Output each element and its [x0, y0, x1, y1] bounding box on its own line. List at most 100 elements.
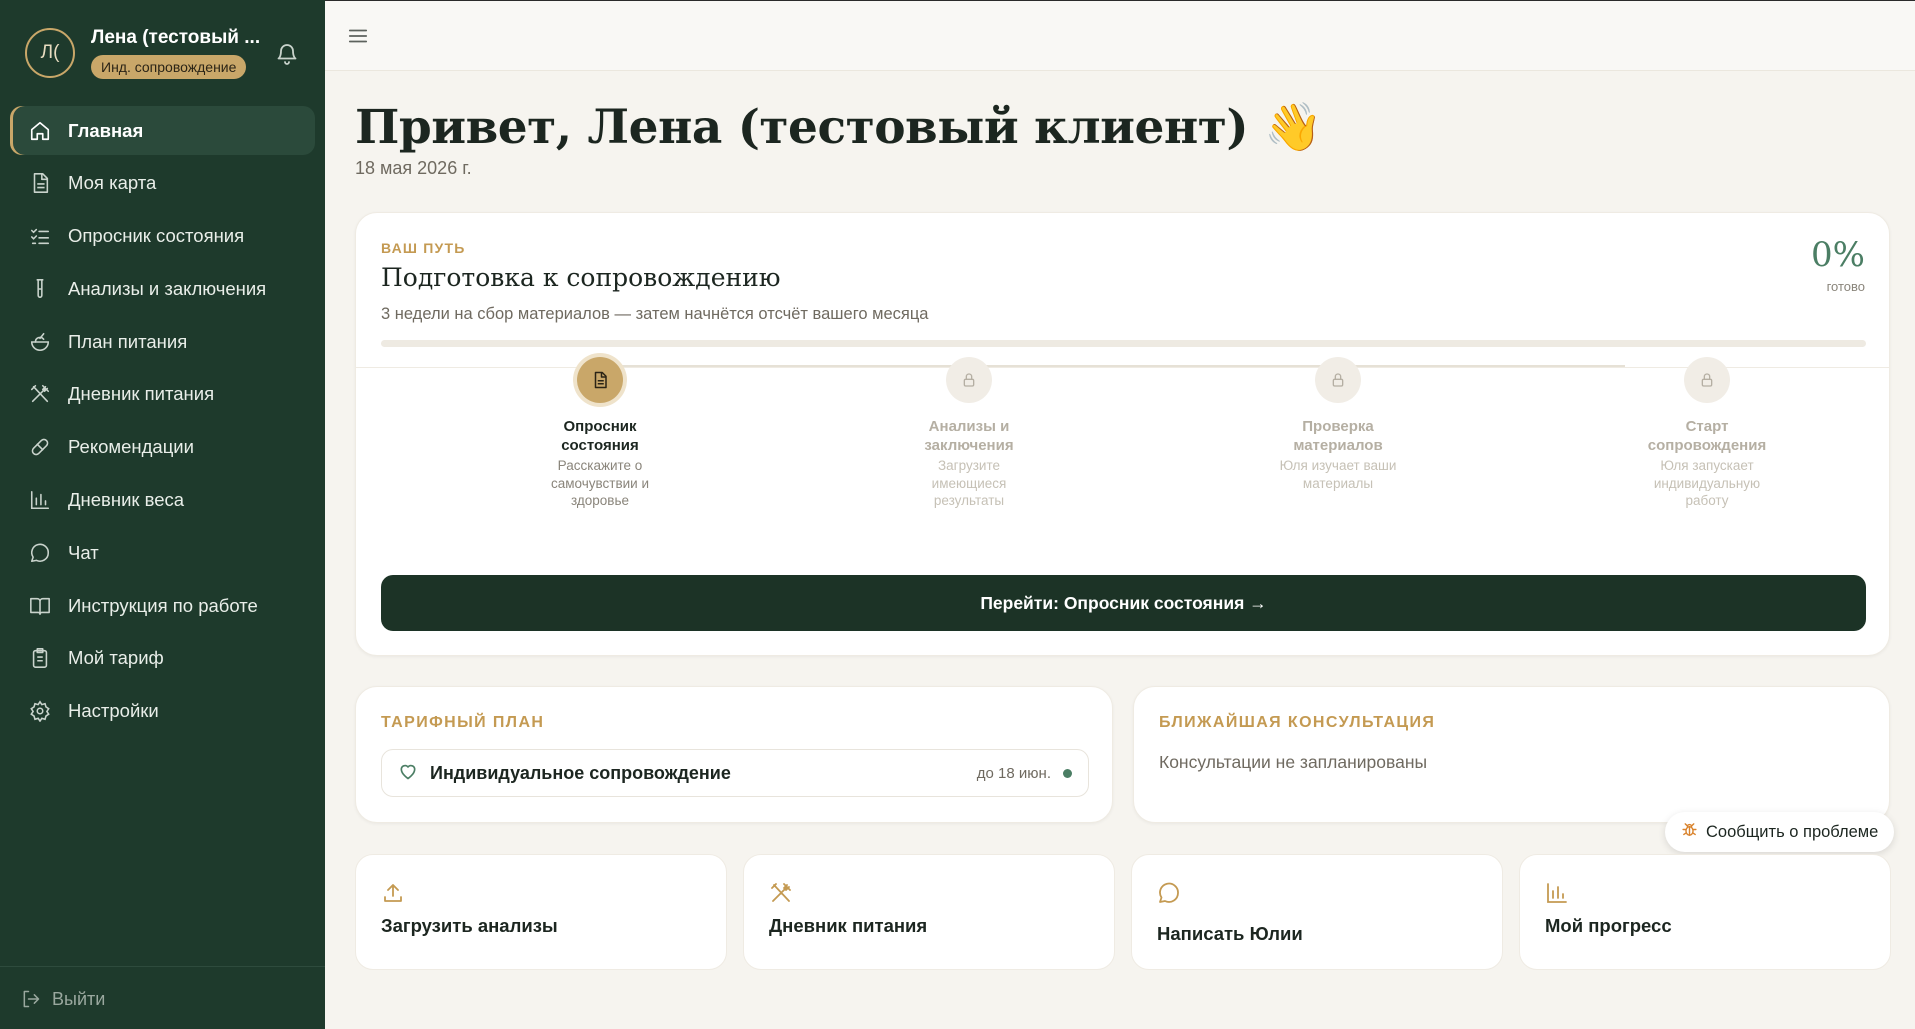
step-active-circle: [577, 357, 623, 403]
document-icon: [28, 171, 52, 195]
sidebar-item-label: Анализы и заключения: [68, 277, 267, 299]
tariff-card: ТАРИФНЫЙ ПЛАН Индивидуальное сопровожден…: [355, 686, 1113, 823]
sidebar-item-label: План питания: [68, 330, 188, 352]
quick-action-my-progress[interactable]: Мой прогресс: [1519, 854, 1891, 970]
sidebar-item-tariff[interactable]: Мой тариф: [10, 634, 315, 683]
sidebar-item-label: Чат: [68, 541, 99, 563]
go-to-questionnaire-button[interactable]: Перейти: Опросник состояния →: [381, 575, 1866, 631]
step-tests: Анализы и заключения Загрузите имеющиеся…: [899, 357, 1039, 510]
step-start: Старт сопровождения Юля запускает индиви…: [1637, 357, 1777, 510]
sidebar-item-tests[interactable]: Анализы и заключения: [10, 264, 315, 313]
sidebar-item-label: Инструкция по работе: [68, 594, 258, 616]
quick-action-food-diary[interactable]: Дневник питания: [743, 854, 1115, 970]
user-profile[interactable]: Л( Лена (тестовый ... Инд. сопровождение: [25, 27, 261, 79]
step-desc: Юля запускает индивидуальную работу: [1653, 458, 1761, 508]
clipboard-icon: [28, 646, 52, 670]
sidebar-item-weight-diary[interactable]: Дневник веса: [10, 476, 315, 525]
progress-percent-label: готово: [1826, 279, 1865, 294]
consultation-text: Консультации не запланированы: [1159, 752, 1428, 772]
tariff-row[interactable]: Индивидуальное сопровождение до 18 июн.: [381, 749, 1089, 797]
steps-connector-line: [599, 365, 1625, 367]
sidebar-item-label: Настройки: [68, 700, 159, 722]
plan-badge: Инд. сопровождение: [91, 55, 247, 79]
hamburger-menu-icon[interactable]: [347, 25, 373, 47]
chat-bubble-icon: [1157, 881, 1183, 907]
bug-icon: [1681, 821, 1698, 843]
step-desc: Загрузите имеющиеся результаты: [931, 458, 1007, 508]
step-title: Проверка материалов: [1293, 418, 1383, 454]
sidebar-item-food-diary[interactable]: Дневник питания: [10, 370, 315, 419]
consultation-card: БЛИЖАЙШАЯ КОНСУЛЬТАЦИЯ Консультации не з…: [1133, 686, 1890, 823]
pill-icon: [28, 435, 52, 459]
sidebar-item-my-card[interactable]: Моя карта: [10, 159, 315, 208]
step-title: Анализы и заключения: [924, 418, 1014, 454]
gear-icon: [28, 699, 52, 723]
consultation-eyebrow: БЛИЖАЙШАЯ КОНСУЛЬТАЦИЯ: [1159, 714, 1436, 731]
tariff-name: Индивидуальное сопровождение: [430, 762, 731, 783]
quick-action-label: Написать Юлии: [1157, 923, 1303, 944]
quick-action-upload-tests[interactable]: Загрузить анализы: [355, 854, 727, 970]
upload-icon: [381, 881, 407, 907]
logout-label: Выйти: [52, 988, 106, 1009]
journey-steps: Опросник состояния Расскажите о самочувс…: [356, 357, 1889, 541]
status-dot: [1063, 768, 1072, 778]
page-title: Привет, Лена (тестовый клиент) 👋: [355, 100, 1323, 155]
logout-icon: [20, 988, 42, 1010]
sidebar-item-label: Главная: [68, 119, 144, 141]
sidebar-item-home[interactable]: Главная: [10, 106, 315, 155]
user-name: Лена (тестовый ...: [91, 27, 261, 48]
journey-card: ВАШ ПУТЬ Подготовка к сопровождению 3 не…: [355, 212, 1890, 656]
sidebar: Л( Лена (тестовый ... Инд. сопровождение…: [0, 0, 325, 1029]
step-title: Опросник состояния: [561, 418, 639, 454]
checklist-icon: [28, 224, 52, 248]
quick-action-label: Загрузить анализы: [381, 915, 558, 936]
sidebar-nav: Главная Моя карта Опросник состояния Ана…: [10, 106, 315, 740]
journey-subtitle: 3 недели на сбор материалов — затем начн…: [381, 305, 929, 323]
report-problem-button[interactable]: Сообщить о проблеме: [1665, 812, 1894, 852]
sidebar-item-label: Дневник питания: [68, 383, 215, 405]
book-icon: [28, 594, 52, 618]
lock-icon: [946, 357, 992, 403]
quick-action-label: Мой прогресс: [1545, 915, 1672, 936]
topbar: [325, 0, 1915, 71]
lock-icon: [1315, 357, 1361, 403]
step-questionnaire[interactable]: Опросник состояния Расскажите о самочувс…: [530, 357, 670, 510]
step-review: Проверка материалов Юля изучает ваши мат…: [1268, 357, 1408, 492]
current-date: 18 мая 2026 г.: [355, 158, 472, 178]
bar-chart-icon: [28, 488, 52, 512]
progress-bar: [381, 340, 1866, 347]
sidebar-item-instructions[interactable]: Инструкция по работе: [10, 581, 315, 630]
quick-action-write-julia[interactable]: Написать Юлии: [1131, 854, 1503, 970]
home-icon: [28, 119, 52, 143]
bell-icon[interactable]: [273, 40, 301, 68]
tariff-until: до 18 июн.: [976, 764, 1051, 782]
journey-eyebrow: ВАШ ПУТЬ: [381, 240, 466, 256]
report-problem-label: Сообщить о проблеме: [1706, 822, 1879, 841]
sidebar-item-label: Рекомендации: [68, 436, 194, 458]
sidebar-item-questionnaire[interactable]: Опросник состояния: [10, 212, 315, 261]
sidebar-item-label: Опросник состояния: [68, 225, 245, 247]
sidebar-item-settings[interactable]: Настройки: [10, 687, 315, 736]
sidebar-divider: [0, 966, 325, 967]
heart-icon: [398, 761, 418, 786]
step-desc: Юля изучает ваши материалы: [1279, 458, 1397, 491]
tariff-eyebrow: ТАРИФНЫЙ ПЛАН: [381, 714, 545, 731]
avatar[interactable]: Л(: [25, 28, 75, 78]
lock-icon: [1684, 357, 1730, 403]
sidebar-item-recommendations[interactable]: Рекомендации: [10, 423, 315, 472]
utensils-icon: [28, 382, 52, 406]
chat-bubble-icon: [28, 541, 52, 565]
logout-button[interactable]: Выйти: [20, 988, 105, 1010]
utensils-icon: [769, 881, 795, 907]
bar-chart-icon: [1545, 881, 1571, 907]
test-tube-icon: [28, 277, 52, 301]
sidebar-item-label: Дневник веса: [68, 489, 185, 511]
progress-percent: 0%: [1811, 235, 1865, 275]
sidebar-item-label: Мой тариф: [68, 647, 164, 669]
quick-action-label: Дневник питания: [769, 915, 928, 936]
sidebar-item-meal-plan[interactable]: План питания: [10, 317, 315, 366]
salad-icon: [28, 330, 52, 354]
journey-title: Подготовка к сопровождению: [381, 263, 781, 292]
step-title: Старт сопровождения: [1647, 418, 1767, 454]
sidebar-item-chat[interactable]: Чат: [10, 528, 315, 577]
